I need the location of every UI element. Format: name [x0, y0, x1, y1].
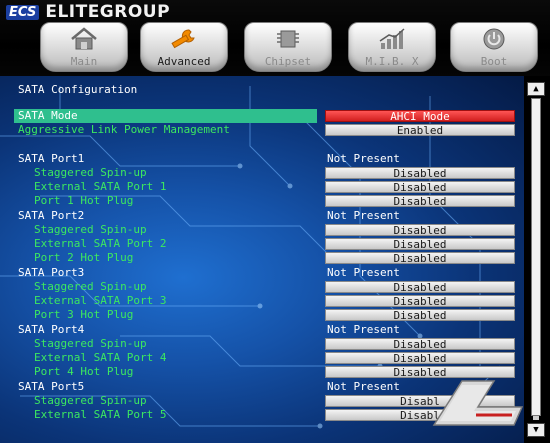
staggered-label: Staggered Spin-up [34, 223, 147, 236]
scroll-down-arrow-icon[interactable]: ▼ [527, 423, 545, 437]
alpm-row[interactable]: Aggressive Link Power Management Enabled [0, 123, 524, 137]
staggered-label: Staggered Spin-up [34, 280, 147, 293]
external-value[interactable]: Disabled [325, 295, 515, 308]
brand: ECS ELITEGROUP [6, 2, 170, 22]
port-1-header: SATA Port1 Not Present [0, 152, 524, 166]
staggered-value[interactable]: Disabled [325, 167, 515, 180]
section-title-row: SATA Configuration [0, 83, 524, 97]
power-icon [479, 26, 509, 52]
house-icon [69, 26, 99, 52]
scroll-thumb[interactable] [531, 98, 541, 416]
wrench-icon [169, 26, 199, 52]
port-4-external-row[interactable]: External SATA Port 4 Disabled [0, 351, 524, 365]
port-title: SATA Port2 [18, 209, 85, 222]
port-4-staggered-row[interactable]: Staggered Spin-up Disabled [0, 337, 524, 351]
tab-chipset[interactable]: Chipset [244, 22, 332, 72]
external-label: External SATA Port 2 [34, 237, 167, 250]
scroll-up-arrow-icon[interactable]: ▲ [527, 82, 545, 96]
port-title: SATA Port4 [18, 323, 85, 336]
port-title: SATA Port3 [18, 266, 85, 279]
port-3-external-row[interactable]: External SATA Port 3 Disabled [0, 294, 524, 308]
port-title: SATA Port5 [18, 380, 85, 393]
hotplug-value[interactable]: Disabled [325, 195, 515, 208]
hotplug-label: Port 3 Hot Plug [34, 308, 134, 321]
external-label: External SATA Port 3 [34, 294, 167, 307]
port-status: Not Present [327, 266, 400, 279]
port-1-external-row[interactable]: External SATA Port 1 Disabled [0, 180, 524, 194]
tab-label-boot: Boot [480, 55, 508, 68]
sata-mode-value[interactable]: AHCI Mode [325, 110, 515, 123]
staggered-value[interactable]: Disabled [325, 338, 515, 351]
port-title: SATA Port1 [18, 152, 85, 165]
section-title: SATA Configuration [18, 83, 138, 96]
sata-mode-row[interactable]: SATA Mode AHCI Mode [0, 109, 524, 123]
scrollbar[interactable]: ▲ ▼ [524, 76, 550, 443]
port-2-staggered-row[interactable]: Staggered Spin-up Disabled [0, 223, 524, 237]
hotplug-label: Port 1 Hot Plug [34, 194, 134, 207]
port-2-external-row[interactable]: External SATA Port 2 Disabled [0, 237, 524, 251]
legit-reviews-watermark-logo [432, 380, 524, 426]
external-label: External SATA Port 5 [34, 408, 167, 421]
port-1-hotplug-row[interactable]: Port 1 Hot Plug Disabled [0, 194, 524, 208]
sata-mode-label: SATA Mode [18, 109, 78, 122]
port-status: Not Present [327, 209, 400, 222]
staggered-label: Staggered Spin-up [34, 337, 147, 350]
tab-label-main: Main [70, 55, 98, 68]
external-value[interactable]: Disabled [325, 238, 515, 251]
hotplug-label: Port 2 Hot Plug [34, 251, 134, 264]
staggered-label: Staggered Spin-up [34, 166, 147, 179]
tab-mib-x[interactable]: M.I.B. X [348, 22, 436, 72]
port-1-staggered-row[interactable]: Staggered Spin-up Disabled [0, 166, 524, 180]
port-2-header: SATA Port2 Not Present [0, 209, 524, 223]
port-3-staggered-row[interactable]: Staggered Spin-up Disabled [0, 280, 524, 294]
external-label: External SATA Port 1 [34, 180, 167, 193]
chip-icon [273, 26, 303, 52]
port-status: Not Present [327, 380, 400, 393]
tab-label-chipset: Chipset [264, 55, 312, 68]
tab-boot[interactable]: Boot [450, 22, 538, 72]
external-value[interactable]: Disabled [325, 352, 515, 365]
port-3-hotplug-row[interactable]: Port 3 Hot Plug Disabled [0, 308, 524, 322]
port-4-header: SATA Port4 Not Present [0, 323, 524, 337]
tab-main[interactable]: Main [40, 22, 128, 72]
tab-label-mib-x: M.I.B. X [365, 55, 419, 68]
hotplug-label: Port 4 Hot Plug [34, 365, 134, 378]
bios-header: ECS ELITEGROUP Main Advanced Chipset M.I… [0, 0, 550, 76]
port-3-header: SATA Port3 Not Present [0, 266, 524, 280]
brand-name: ELITEGROUP [45, 2, 171, 22]
chart-icon [377, 26, 407, 52]
alpm-label: Aggressive Link Power Management [18, 123, 230, 136]
staggered-value[interactable]: Disabled [325, 281, 515, 294]
external-label: External SATA Port 4 [34, 351, 167, 364]
tab-label-advanced: Advanced [157, 55, 211, 68]
alpm-value[interactable]: Enabled [325, 124, 515, 137]
staggered-value[interactable]: Disabled [325, 224, 515, 237]
hotplug-value[interactable]: Disabled [325, 252, 515, 265]
ecs-logo: ECS [6, 4, 40, 20]
port-status: Not Present [327, 152, 400, 165]
port-status: Not Present [327, 323, 400, 336]
port-2-hotplug-row[interactable]: Port 2 Hot Plug Disabled [0, 251, 524, 265]
hotplug-value[interactable]: Disabled [325, 309, 515, 322]
external-value[interactable]: Disabled [325, 181, 515, 194]
staggered-label: Staggered Spin-up [34, 394, 147, 407]
tab-advanced[interactable]: Advanced [140, 22, 228, 72]
